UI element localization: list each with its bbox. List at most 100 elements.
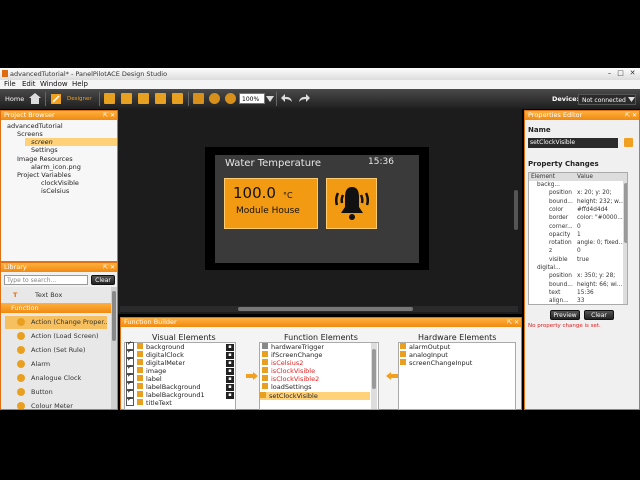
hardware-element-row[interactable]: alarmOutput: [400, 343, 450, 351]
tree-project[interactable]: advancedTutorial: [7, 122, 63, 130]
rename-icon[interactable]: [624, 138, 633, 147]
tree-screens[interactable]: Screens: [17, 130, 43, 138]
library-item[interactable]: Action (Set Rule): [5, 344, 107, 357]
mini-button[interactable]: ▪: [226, 344, 234, 351]
library-item[interactable]: Analogue Clock: [5, 372, 107, 385]
mini-button[interactable]: ▪: [226, 368, 234, 375]
open-icon[interactable]: [121, 93, 132, 104]
clear-button[interactable]: Clear: [584, 310, 614, 320]
visual-element-row[interactable]: labelBackground1: [126, 388, 205, 399]
library-clear-button[interactable]: Clear: [91, 275, 115, 285]
library-pin-icon[interactable]: ⇱ ✕: [103, 263, 115, 272]
property-row[interactable]: color #ffd4d4d4: [529, 206, 627, 214]
property-row[interactable]: z0: [529, 247, 627, 255]
property-row[interactable]: backg...: [529, 181, 627, 189]
menu-window[interactable]: Window: [40, 80, 68, 88]
property-key: text: [549, 289, 561, 296]
tree-alarm-icon[interactable]: alarm_icon.png: [31, 163, 81, 171]
properties-scrollbar[interactable]: [623, 173, 627, 304]
mini-button[interactable]: ▪: [226, 360, 234, 367]
library-item[interactable]: Button: [5, 386, 107, 399]
digital-clock[interactable]: 15:36: [368, 157, 394, 167]
properties-pin-icon[interactable]: ⇱ ✕: [625, 111, 637, 120]
minimize-icon[interactable]: –: [605, 69, 614, 77]
property-row[interactable]: opacity 1: [529, 231, 627, 239]
hardware-element-row[interactable]: analogInput: [400, 351, 448, 359]
library-item[interactable]: Colour Meter: [5, 400, 107, 409]
close-icon[interactable]: ✕: [628, 69, 637, 77]
tree-clock-visible[interactable]: clockVisible: [41, 179, 79, 187]
undo-icon[interactable]: [281, 93, 293, 104]
designer-button[interactable]: Designer: [67, 96, 92, 102]
visual-element-row[interactable]: titleText: [126, 396, 172, 407]
property-row[interactable]: border color: "#0000...: [529, 214, 627, 222]
function-builder-pin-icon[interactable]: ⇱ ✕: [507, 318, 519, 327]
upload-icon[interactable]: [172, 93, 183, 104]
canvas-vscroll[interactable]: [514, 190, 518, 230]
visual-element-row[interactable]: background: [126, 340, 184, 351]
function-list-scrollbar[interactable]: [371, 343, 377, 409]
property-row[interactable]: bound... height: 66; wi...: [529, 281, 627, 289]
digital-meter[interactable]: 100.0: [233, 184, 276, 202]
tree-screen[interactable]: screen: [25, 138, 117, 146]
preview-button[interactable]: Preview: [550, 310, 580, 320]
fit-icon[interactable]: [193, 93, 204, 104]
property-row[interactable]: text 15:36: [529, 289, 627, 297]
mini-button[interactable]: ▪: [226, 384, 234, 391]
function-element-row[interactable]: isClockVisible2: [262, 375, 319, 383]
module-label[interactable]: Module House: [236, 206, 300, 216]
home-icon[interactable]: [29, 93, 41, 104]
tree-settings[interactable]: Settings: [31, 146, 58, 154]
mini-button[interactable]: ▪: [226, 352, 234, 359]
zoom-out-icon[interactable]: [225, 93, 236, 104]
library-item[interactable]: Alarm: [5, 358, 107, 371]
function-element-row[interactable]: isCelsius2: [262, 359, 303, 367]
tree-image-resources[interactable]: Image Resources: [17, 155, 73, 163]
new-file-icon[interactable]: [104, 93, 115, 104]
zoom-in-icon[interactable]: [209, 93, 220, 104]
function-element-row[interactable]: ifScreenChange: [262, 351, 322, 359]
tree-is-celsius[interactable]: isCelsius: [41, 187, 69, 195]
export-icon[interactable]: [155, 93, 166, 104]
library-scrollbar[interactable]: [111, 287, 117, 409]
visual-element-row[interactable]: digitalClock: [126, 348, 184, 359]
function-element-row[interactable]: loadSettings: [262, 383, 312, 391]
function-element-row-selected[interactable]: setClockVisible: [260, 392, 370, 400]
menu-file[interactable]: File: [4, 80, 16, 88]
save-icon[interactable]: [138, 93, 149, 104]
property-row[interactable]: position x: 20; y: 20;: [529, 189, 627, 197]
pin-icon[interactable]: ⇱ ✕: [103, 111, 115, 120]
hardware-element-row[interactable]: screenChangeInput: [400, 359, 472, 367]
library-item-text-box[interactable]: T Text Box: [5, 289, 107, 302]
visual-element-row[interactable]: labelBackground: [126, 380, 201, 391]
zoom-select[interactable]: 100%: [239, 93, 265, 104]
device-chevron-icon[interactable]: [628, 96, 635, 103]
library-item[interactable]: Action (Load Screen): [5, 330, 107, 343]
property-row[interactable]: rotation angle: 0; fixed...: [529, 239, 627, 247]
property-row[interactable]: bound... height: 232; w...: [529, 198, 627, 206]
property-row[interactable]: visible true: [529, 256, 627, 264]
menu-edit[interactable]: Edit: [22, 80, 36, 88]
visual-element-row[interactable]: digitalMeter: [126, 356, 185, 367]
mini-button[interactable]: ▪: [226, 392, 234, 399]
home-button[interactable]: Home: [5, 95, 24, 103]
canvas-scrollbar[interactable]: [120, 306, 518, 312]
property-row[interactable]: digital...: [529, 264, 627, 272]
function-element-row[interactable]: isClockVisible: [262, 367, 315, 375]
library-item[interactable]: Action (Change Proper...: [5, 316, 107, 329]
maximize-icon[interactable]: □: [616, 69, 625, 77]
chevron-down-icon[interactable]: [266, 95, 274, 103]
mini-button[interactable]: ▪: [226, 376, 234, 383]
name-input[interactable]: setClockVisible: [528, 138, 618, 148]
property-row[interactable]: position x: 350; y: 28;: [529, 272, 627, 280]
property-row[interactable]: align... 33: [529, 297, 627, 304]
library-section-function[interactable]: Function: [1, 303, 111, 313]
tree-project-variables[interactable]: Project Variables: [17, 171, 71, 179]
property-row[interactable]: corner... 0: [529, 223, 627, 231]
redo-icon[interactable]: [298, 93, 310, 104]
library-search-input[interactable]: Type to search...: [4, 275, 88, 285]
title-text[interactable]: Water Temperature: [225, 158, 321, 169]
menu-help[interactable]: Help: [72, 80, 88, 88]
designer-icon[interactable]: [50, 93, 62, 105]
function-element-row[interactable]: hardwareTrigger: [262, 343, 324, 351]
